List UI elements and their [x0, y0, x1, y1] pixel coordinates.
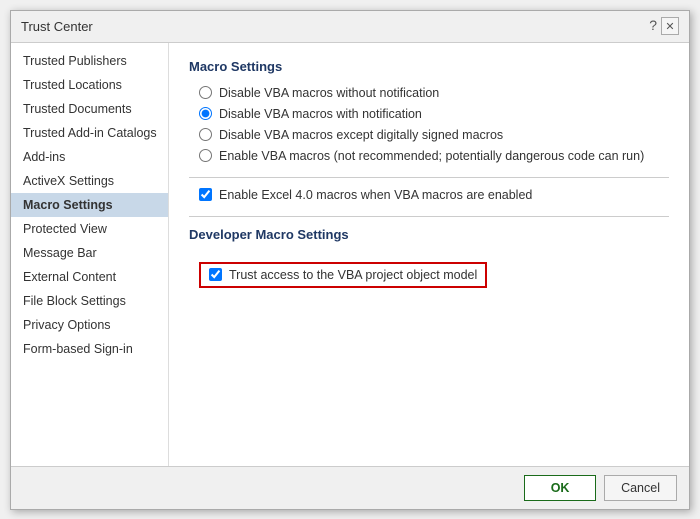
- radio-label-opt1: Disable VBA macros without notification: [219, 86, 439, 100]
- sidebar-item-trusted-locations[interactable]: Trusted Locations: [11, 73, 168, 97]
- cancel-button[interactable]: Cancel: [604, 475, 677, 501]
- title-bar: Trust Center ? ✕: [11, 11, 689, 43]
- sidebar-item-activex-settings[interactable]: ActiveX Settings: [11, 169, 168, 193]
- divider-2: [189, 216, 669, 217]
- radio-label-opt4: Enable VBA macros (not recommended; pote…: [219, 149, 644, 163]
- radio-opt3[interactable]: [199, 128, 212, 141]
- radio-opt2[interactable]: [199, 107, 212, 120]
- close-button[interactable]: ✕: [661, 17, 679, 35]
- trust-access-box: Trust access to the VBA project object m…: [199, 262, 487, 288]
- sidebar-item-trusted-publishers[interactable]: Trusted Publishers: [11, 49, 168, 73]
- radio-item-opt4: Enable VBA macros (not recommended; pote…: [199, 149, 669, 163]
- help-icon[interactable]: ?: [649, 17, 657, 35]
- radio-opt4[interactable]: [199, 149, 212, 162]
- radio-label-opt2: Disable VBA macros with notification: [219, 107, 422, 121]
- radio-opt1[interactable]: [199, 86, 212, 99]
- trust-access-checkbox[interactable]: [209, 268, 222, 281]
- sidebar-item-form-based-signin[interactable]: Form-based Sign-in: [11, 337, 168, 361]
- content-area: Trusted PublishersTrusted LocationsTrust…: [11, 43, 689, 466]
- sidebar-item-add-ins[interactable]: Add-ins: [11, 145, 168, 169]
- ok-button[interactable]: OK: [524, 475, 596, 501]
- radio-item-opt1: Disable VBA macros without notification: [199, 86, 669, 100]
- sidebar-item-protected-view[interactable]: Protected View: [11, 217, 168, 241]
- sidebar-item-privacy-options[interactable]: Privacy Options: [11, 313, 168, 337]
- sidebar-item-trusted-documents[interactable]: Trusted Documents: [11, 97, 168, 121]
- radio-item-opt3: Disable VBA macros except digitally sign…: [199, 128, 669, 142]
- trust-center-dialog: Trust Center ? ✕ Trusted PublishersTrust…: [10, 10, 690, 510]
- radio-group: Disable VBA macros without notification D…: [199, 86, 669, 163]
- footer: OK Cancel: [11, 466, 689, 509]
- sidebar-item-external-content[interactable]: External Content: [11, 265, 168, 289]
- sidebar-item-message-bar[interactable]: Message Bar: [11, 241, 168, 265]
- developer-section: Developer Macro Settings Trust access to…: [189, 227, 669, 288]
- excel-macro-label: Enable Excel 4.0 macros when VBA macros …: [219, 188, 532, 202]
- excel-macro-checkbox[interactable]: [199, 188, 212, 201]
- developer-section-title: Developer Macro Settings: [189, 227, 669, 242]
- sidebar-item-file-block-settings[interactable]: File Block Settings: [11, 289, 168, 313]
- trust-access-label: Trust access to the VBA project object m…: [229, 268, 477, 282]
- dialog-title: Trust Center: [21, 19, 93, 34]
- radio-label-opt3: Disable VBA macros except digitally sign…: [219, 128, 503, 142]
- divider-1: [189, 177, 669, 178]
- sidebar: Trusted PublishersTrusted LocationsTrust…: [11, 43, 169, 466]
- title-actions: ? ✕: [649, 17, 679, 35]
- macro-settings-title: Macro Settings: [189, 59, 669, 74]
- excel-macro-checkbox-item: Enable Excel 4.0 macros when VBA macros …: [199, 188, 669, 202]
- sidebar-item-macro-settings[interactable]: Macro Settings: [11, 193, 168, 217]
- radio-item-opt2: Disable VBA macros with notification: [199, 107, 669, 121]
- title-bar-left: Trust Center: [21, 19, 93, 34]
- main-panel: Macro Settings Disable VBA macros withou…: [169, 43, 689, 466]
- sidebar-item-trusted-addin-catalogs[interactable]: Trusted Add-in Catalogs: [11, 121, 168, 145]
